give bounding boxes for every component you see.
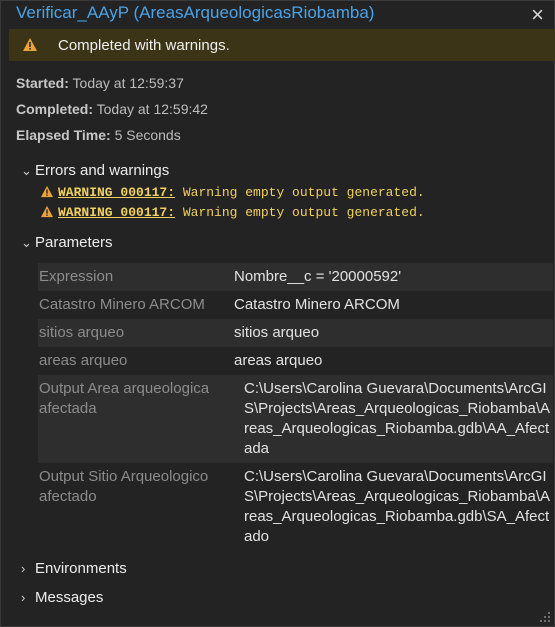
chevron-right-icon: › — [21, 561, 26, 576]
parameters-section-header[interactable]: ⌄ Parameters — [21, 234, 113, 251]
table-row: Output Area arqueologica afectada C:\User… — [38, 375, 553, 463]
parameters-section-label: Parameters — [35, 234, 113, 251]
completed-label: Completed: — [16, 101, 93, 117]
param-value: Nombre__c = '20000592' — [234, 268, 402, 285]
chevron-right-icon: › — [21, 590, 26, 605]
table-row: sitios arqueo sitios arqueo — [38, 319, 553, 347]
table-row: Expression Nombre__c = '20000592' — [38, 263, 553, 291]
table-row: Catastro Minero ARCOM Catastro Minero ARC… — [38, 291, 553, 319]
param-value[interactable]: C:\Users\Carolina Guevara\Documents\ArcG… — [244, 463, 553, 551]
close-icon[interactable]: × — [531, 3, 544, 27]
errors-section-label: Errors and warnings — [35, 162, 170, 179]
param-value: sitios arqueo — [234, 324, 320, 341]
status-banner: Completed with warnings. — [9, 29, 555, 61]
environments-section-header[interactable]: › Environments — [21, 560, 127, 577]
table-row: areas arqueo areas arqueo — [38, 347, 553, 375]
messages-section-label: Messages — [35, 589, 104, 606]
param-name: Expression — [39, 268, 114, 285]
warning-text: Warning empty output generated. — [182, 205, 425, 220]
warning-icon — [40, 205, 54, 218]
parameters-table: Expression Nombre__c = '20000592' Catastr… — [38, 263, 553, 551]
started-value: Today at 12:59:37 — [72, 75, 184, 91]
resize-grip-icon[interactable] — [539, 611, 551, 623]
completed-row: Completed: Today at 12:59:42 — [16, 101, 208, 117]
errors-section-header[interactable]: ⌄ Errors and warnings — [21, 162, 169, 179]
warning-line: WARNING 000117: Warning empty output gen… — [40, 205, 425, 220]
started-label: Started: — [16, 75, 69, 91]
param-value: areas arqueo — [234, 352, 323, 369]
param-name: Catastro Minero ARCOM — [39, 296, 205, 313]
warning-code-link[interactable]: WARNING 000117: — [58, 185, 175, 200]
chevron-down-icon: ⌄ — [21, 163, 32, 178]
tool-title[interactable]: Verificar_AAyP (AreasArqueologicasRiobam… — [16, 3, 374, 23]
param-value: Catastro Minero ARCOM — [234, 296, 400, 313]
param-name: Output Area arqueologica afectada — [39, 380, 210, 417]
completed-value: Today at 12:59:42 — [96, 101, 208, 117]
table-row: Output Sitio Arqueologico afectado C:\Use… — [38, 463, 553, 551]
environments-section-label: Environments — [35, 560, 127, 577]
warning-code-link[interactable]: WARNING 000117: — [58, 205, 175, 220]
warning-line: WARNING 000117: Warning empty output gen… — [40, 185, 425, 200]
elapsed-value: 5 Seconds — [114, 127, 181, 143]
tool-details-popup: Verificar_AAyP (AreasArqueologicasRiobam… — [0, 0, 555, 627]
param-value[interactable]: C:\Users\Carolina Guevara\Documents\ArcG… — [244, 375, 553, 463]
status-message: Completed with warnings. — [58, 37, 230, 54]
started-row: Started: Today at 12:59:37 — [16, 75, 184, 91]
warning-icon — [22, 37, 38, 57]
elapsed-label: Elapsed Time: — [16, 127, 111, 143]
warning-icon — [40, 185, 54, 198]
chevron-down-icon: ⌄ — [21, 235, 32, 250]
param-name: Output Sitio Arqueologico afectado — [39, 468, 209, 505]
elapsed-row: Elapsed Time: 5 Seconds — [16, 127, 181, 143]
param-name: sitios arqueo — [39, 324, 125, 341]
param-name: areas arqueo — [39, 352, 128, 369]
messages-section-header[interactable]: › Messages — [21, 589, 103, 606]
warning-text: Warning empty output generated. — [182, 185, 425, 200]
